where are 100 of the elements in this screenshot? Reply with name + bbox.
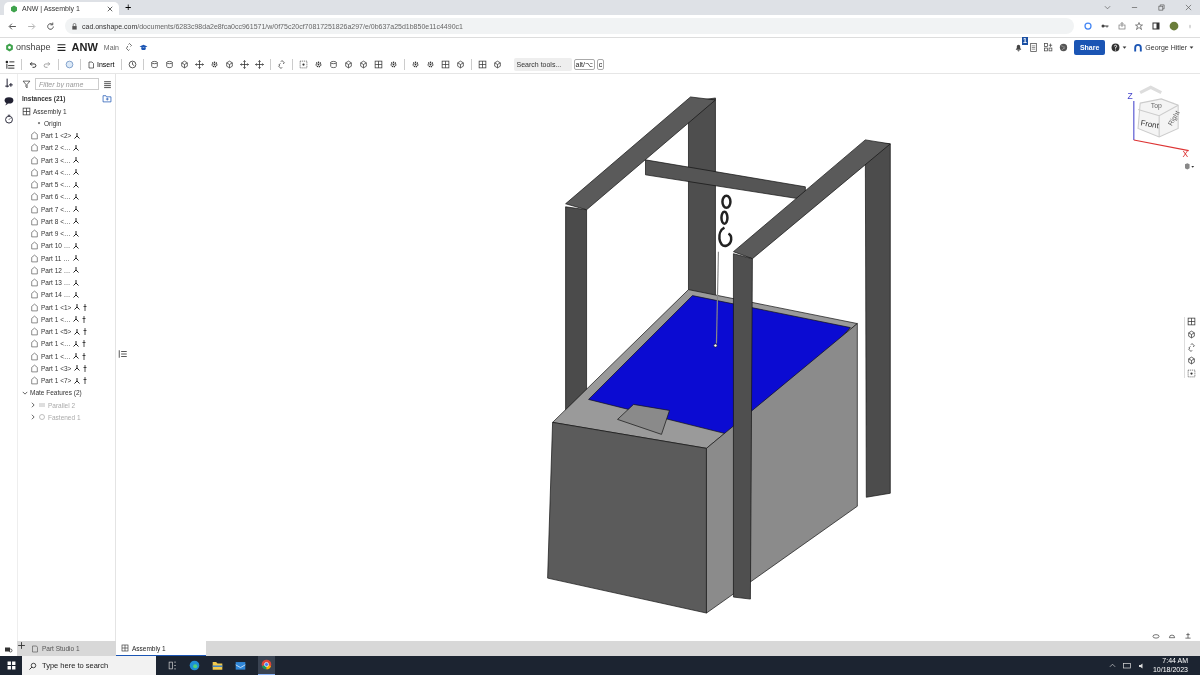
grid-icon[interactable] [373,60,383,69]
task-view-icon[interactable] [168,661,177,670]
move-arrows-icon[interactable] [194,60,204,69]
search-icon [29,661,37,670]
close-icon[interactable] [107,5,113,12]
view-cube[interactable] [1133,85,1190,152]
network-icon[interactable] [1122,661,1131,670]
mate-connector-icon [72,168,81,177]
star-icon[interactable] [1135,22,1143,30]
filter-icon[interactable] [22,79,31,89]
mail-icon[interactable] [235,660,246,671]
axis-label: Z [1127,90,1133,101]
cube-icon[interactable] [179,60,189,69]
feature-list-icon[interactable] [5,59,15,70]
mate-connector-icon [72,241,81,250]
minimize-icon[interactable] [1131,4,1138,11]
mate-connector-icon [73,376,82,385]
chrome-browser-icon[interactable] [261,659,272,670]
list-view-icon[interactable] [103,79,112,89]
folder-icon[interactable] [212,660,223,671]
close-icon[interactable] [1185,4,1192,11]
origin-dot-icon [36,120,42,127]
view-mode-cube-icon[interactable] [1182,162,1196,170]
insert-icon [87,60,95,69]
app-logo-text: onshape [16,42,51,52]
mate-connector-icon [72,180,81,189]
mate-connector-icon [72,192,81,201]
add-tab-icon[interactable] [17,641,26,650]
mate-connector-icon [72,156,81,165]
mate-connector-icon [71,254,80,263]
move-arrows-icon[interactable] [254,60,264,69]
user-avatar-icon [1133,42,1144,52]
mate-connector-icon [72,143,81,152]
cube-icon[interactable] [343,60,353,69]
mate-connector-icon [72,205,81,214]
menu-icon[interactable] [56,42,66,52]
link-icon[interactable] [1187,343,1196,352]
panel-toggle-icon[interactable] [118,349,128,359]
caret-icon[interactable] [1189,44,1194,50]
cube-icon[interactable] [358,60,368,69]
caret-icon[interactable] [1122,44,1128,50]
help-icon[interactable] [1111,42,1121,52]
cube-icon[interactable] [455,60,465,69]
add-feature-icon[interactable] [3,78,14,88]
comment-icon[interactable] [3,96,14,106]
onshape-logo-icon [5,42,14,52]
grid-icon[interactable] [440,60,450,69]
graduation-cap-icon[interactable] [139,42,148,52]
reload-icon[interactable] [46,21,55,31]
onshape-logo-icon [10,4,18,13]
bell-icon[interactable] [1013,42,1023,52]
cylinder-icon[interactable] [149,60,159,69]
fastened-mate-icon [38,413,46,422]
windows-start-icon[interactable] [6,661,16,670]
mate-connector-icon [73,327,82,336]
folder-add-icon[interactable] [102,94,112,103]
mate-connector-icon [72,315,81,324]
stopwatch-icon[interactable] [3,114,14,124]
move-arrows-icon[interactable] [239,60,249,69]
cube-icon[interactable] [224,60,234,69]
assembly-icon [121,644,129,652]
app-store-icon[interactable] [1043,42,1053,52]
cube-icon[interactable] [492,60,502,69]
new-tab-button[interactable]: + [125,2,132,13]
mate-connector-icon [72,217,81,226]
grid-icon[interactable] [477,60,487,69]
chevron-icon[interactable] [22,389,28,396]
link-icon[interactable] [125,43,133,51]
speaker-icon[interactable] [1137,661,1146,670]
undo-icon[interactable] [28,60,37,69]
restore-icon[interactable] [1158,4,1165,11]
part-studio-icon [31,644,39,653]
gauge-icon[interactable] [1168,632,1176,639]
clock-icon[interactable] [127,60,137,69]
g-letter-icon[interactable] [1084,22,1092,30]
cylinder-icon[interactable] [328,60,338,69]
mate-connector-icon [72,229,81,238]
document-name[interactable]: ANW [71,41,98,53]
mate-connector-icon [72,352,81,361]
back-arrow-icon[interactable] [8,21,17,31]
chevron-up-icon[interactable] [1108,662,1116,669]
side-panel-icon[interactable] [1152,22,1160,30]
axis-label: X [1182,148,1189,158]
mate-connector-icon [72,290,81,299]
gear-icon[interactable] [388,60,398,69]
gear-icon[interactable] [209,60,219,69]
gear-icon[interactable] [313,60,323,69]
edge-browser-icon[interactable] [189,660,200,671]
selection-icon[interactable] [298,60,308,69]
link-icon[interactable] [276,60,286,69]
cube-icon[interactable] [1187,330,1196,339]
globe-icon[interactable] [1058,42,1068,52]
cylinder-icon[interactable] [164,60,174,69]
mate-connector-icon [72,278,81,287]
mate-connector-icon [73,131,82,140]
profile-avatar-icon[interactable] [1169,21,1179,31]
key-icon[interactable] [1101,22,1109,30]
mate-connector-icon [73,303,82,312]
measure-icon[interactable] [1184,632,1192,639]
document-list-icon[interactable] [1028,42,1038,52]
